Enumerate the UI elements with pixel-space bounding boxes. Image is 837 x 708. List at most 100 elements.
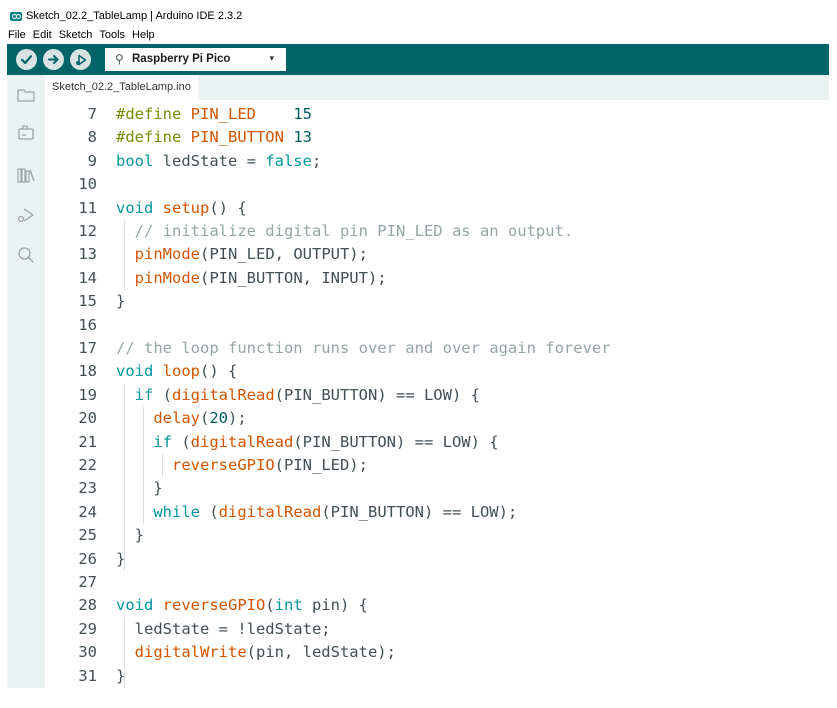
- tab-bar: Sketch_02.2_TableLamp.ino: [45, 75, 829, 101]
- line-number: 13: [78, 245, 97, 264]
- library-icon[interactable]: [16, 165, 36, 185]
- tab-sketch-file[interactable]: Sketch_02.2_TableLamp.ino: [45, 75, 198, 101]
- code-token: (PIN_BUTTON) == LOW);: [321, 502, 518, 521]
- line-number: 14: [78, 268, 97, 287]
- indent-guide: [124, 617, 125, 688]
- line-number: 12: [78, 222, 97, 240]
- code-token: void: [116, 362, 154, 381]
- code-token: PIN_LED: [190, 105, 256, 123]
- code-line[interactable]: 12 // initialize digital pin PIN_LED as …: [45, 220, 829, 243]
- code-token: if: [153, 432, 172, 451]
- code-line[interactable]: 27: [45, 571, 829, 594]
- line-number: 15: [78, 292, 97, 311]
- code-token: false: [265, 151, 312, 170]
- code-text: }: [116, 524, 144, 547]
- code-line[interactable]: 29 ledState = !ledState;: [45, 618, 829, 641]
- search-icon[interactable]: [16, 245, 36, 265]
- code-text: if (digitalRead(PIN_BUTTON) == LOW) {: [116, 431, 499, 454]
- code-line[interactable]: 31}: [45, 665, 829, 688]
- menu-file[interactable]: File: [8, 29, 26, 43]
- boards-manager-icon[interactable]: [16, 123, 36, 143]
- code-line[interactable]: 9 bool ledState = false;: [45, 150, 829, 173]
- code-line[interactable]: 20 delay(20);: [45, 407, 829, 430]
- code-line[interactable]: 14 pinMode(PIN_BUTTON, INPUT);: [45, 267, 829, 290]
- line-number: 7: [87, 105, 97, 123]
- code-token: (: [200, 409, 210, 428]
- title-bar: Sketch_02.2_TableLamp | Arduino IDE 2.3.…: [0, 0, 837, 27]
- arrow-right-icon: [48, 55, 59, 64]
- code-editor[interactable]: 7 #define PIN_LED 15 8 #define PIN_BUTTON 1…: [45, 100, 829, 688]
- code-token: loop: [162, 362, 200, 381]
- line-number: 31: [78, 666, 97, 685]
- code-line[interactable]: 15}: [45, 290, 829, 313]
- code-token: (: [265, 596, 275, 615]
- line-number: 8: [87, 128, 97, 147]
- code-line[interactable]: 17 // the loop function runs over and ove…: [45, 337, 829, 360]
- verify-button[interactable]: [16, 49, 37, 70]
- line-number: 30: [78, 643, 97, 662]
- indent-guide: [143, 407, 144, 525]
- code-token: (: [172, 432, 191, 451]
- code-line[interactable]: 8 #define PIN_BUTTON 13: [45, 126, 829, 149]
- code-line[interactable]: 21 if (digitalRead(PIN_BUTTON) == LOW) {: [45, 431, 829, 454]
- board-selector[interactable]: ⚲ Raspberry Pi Pico ▾: [105, 48, 286, 71]
- upload-button[interactable]: [43, 49, 64, 70]
- line-number: 20: [78, 409, 97, 428]
- debug-button[interactable]: [70, 49, 91, 70]
- toolbar: ⚲ Raspberry Pi Pico ▾: [7, 44, 829, 75]
- code-line[interactable]: 25 }: [45, 524, 829, 547]
- code-line[interactable]: 23 }: [45, 477, 829, 500]
- code-line[interactable]: 11 void setup() {: [45, 197, 829, 220]
- code-token: void: [116, 198, 154, 217]
- line-number: 17: [78, 339, 97, 357]
- code-line[interactable]: 7 #define PIN_LED 15: [45, 103, 829, 126]
- code-line[interactable]: 28 void reverseGPIO(int pin) {: [45, 594, 829, 617]
- sidebar: [7, 75, 45, 688]
- line-number: 10: [78, 175, 97, 194]
- line-number: 29: [78, 619, 97, 638]
- arduino-logo-icon: [10, 12, 22, 21]
- code-text: bool ledState = false;: [116, 150, 321, 173]
- code-line[interactable]: 26}: [45, 548, 829, 571]
- folder-icon[interactable]: [16, 85, 36, 105]
- board-name: Raspberry Pi Pico: [132, 53, 231, 65]
- indent-guide: [124, 220, 125, 291]
- code-text: while (digitalRead(PIN_BUTTON) == LOW);: [116, 501, 517, 524]
- code-line[interactable]: 30 digitalWrite(pin, ledState);: [45, 641, 829, 664]
- code-text: }: [116, 477, 163, 500]
- line-number: 19: [78, 385, 97, 404]
- menu-tools[interactable]: Tools: [99, 29, 125, 43]
- code-line[interactable]: 10: [45, 173, 829, 196]
- code-text: reverseGPIO(PIN_LED);: [116, 454, 368, 477]
- debug-icon[interactable]: [16, 205, 36, 225]
- indent-guide: [124, 383, 125, 571]
- code-line[interactable]: 13 pinMode(PIN_LED, OUTPUT);: [45, 243, 829, 266]
- code-line[interactable]: 16: [45, 314, 829, 337]
- menu-help[interactable]: Help: [132, 29, 155, 43]
- line-number: 18: [78, 362, 97, 381]
- code-token: 20: [209, 409, 229, 428]
- line-number: 24: [78, 502, 97, 521]
- code-token: setup: [162, 198, 210, 217]
- line-number: 9: [87, 151, 97, 170]
- code-token: 13: [293, 128, 312, 147]
- code-line[interactable]: 18 void loop() {: [45, 360, 829, 383]
- code-token: }: [116, 479, 163, 498]
- code-token: #define: [116, 105, 191, 123]
- line-number: 16: [78, 315, 97, 334]
- code-line[interactable]: 24 while (digitalRead(PIN_BUTTON) == LOW…: [45, 501, 829, 524]
- code-token: while: [153, 502, 200, 521]
- editor-bottom: [7, 688, 829, 708]
- menu-edit[interactable]: Edit: [33, 29, 52, 43]
- code-text: // initialize digital pin PIN_LED as an …: [116, 220, 574, 243]
- code-token: (PIN_BUTTON) == LOW) {: [293, 432, 499, 451]
- line-number: 23: [78, 479, 97, 498]
- line-number: 11: [78, 198, 97, 217]
- code-token: digitalRead: [172, 385, 275, 404]
- code-line[interactable]: 19 if (digitalRead(PIN_BUTTON) == LOW) {: [45, 384, 829, 407]
- menu-sketch[interactable]: Sketch: [59, 29, 93, 43]
